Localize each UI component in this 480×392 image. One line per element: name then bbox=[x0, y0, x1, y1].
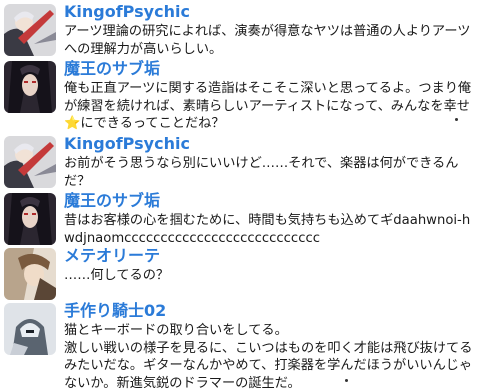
message-text: 俺も正直アーツに関する造詣はそこそこ深いと思ってるよ。つまり俺が練習を続ければ、… bbox=[64, 80, 474, 133]
message-text-part: にできるってことだね？ bbox=[80, 116, 225, 131]
message-text-part: 俺も正直アーツに関する造詣はそこそこ深いと思ってるよ。つまり俺が練習を続ければ、… bbox=[64, 81, 472, 114]
message-text: お前がそう思うなら別にいいけど……それで、楽器は何ができるんだ？ bbox=[64, 156, 459, 189]
author-name[interactable]: 手作り騎士02 bbox=[64, 301, 166, 321]
message-text: 昔はお客様の心を掴むために、時間も気持ちも込めてギdaahwnoi-hwdjna… bbox=[64, 213, 471, 246]
dark-haired-character-avatar-icon[interactable] bbox=[4, 193, 56, 245]
author-name[interactable]: KingofPsychic bbox=[64, 2, 190, 22]
author-name[interactable]: 魔王のサブ垢 bbox=[64, 59, 160, 79]
guitarist-avatar-icon[interactable] bbox=[4, 4, 56, 56]
author-name[interactable]: 魔王のサブ垢 bbox=[64, 191, 160, 211]
author-name[interactable]: メテオリーテ bbox=[64, 246, 160, 266]
message-text: 猫とキーボードの取り合いをしてる。 激しい戦いの様子を見るに、こいつはものを叩く… bbox=[64, 323, 473, 391]
meteorite-avatar-icon[interactable] bbox=[4, 248, 56, 300]
stray-dot-mark bbox=[455, 118, 458, 121]
guitarist-avatar-icon[interactable] bbox=[4, 136, 56, 188]
author-name[interactable]: KingofPsychic bbox=[64, 134, 190, 154]
dark-haired-character-avatar-icon[interactable] bbox=[4, 61, 56, 113]
star-emoji-icon: ⭐ bbox=[64, 116, 81, 131]
message-text: アーツ理論の研究によれば、演奏が得意なヤツは普通の人よりアーツへの理解力が高いら… bbox=[64, 24, 471, 57]
message-text: ……何してるの？ bbox=[64, 268, 170, 283]
chat-log: KingofPsychic アーツ理論の研究によれば、演奏が得意なヤツは普通の人… bbox=[0, 0, 480, 391]
stray-dot-mark bbox=[345, 379, 348, 382]
robot-knight-avatar-icon[interactable] bbox=[4, 303, 56, 355]
